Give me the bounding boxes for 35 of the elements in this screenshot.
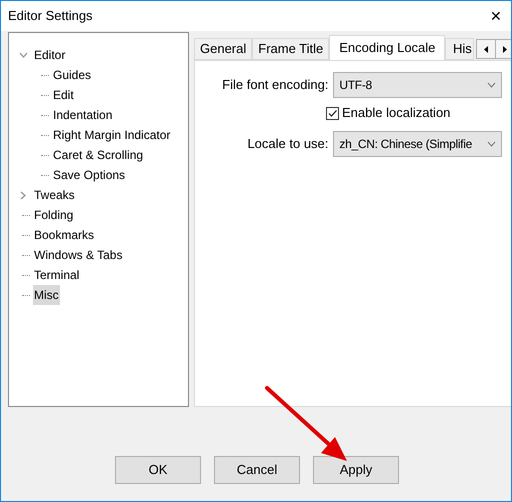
checkbox-label: Enable localization — [342, 104, 450, 122]
tree-item[interactable]: Save Options — [52, 165, 126, 185]
close-button[interactable]: ✕ — [481, 1, 511, 31]
tree-item[interactable]: Bookmarks — [33, 225, 96, 245]
tree-item[interactable]: Folding — [33, 205, 74, 225]
expand-chevron-icon[interactable] — [20, 190, 26, 200]
right-arrow-icon[interactable] — [502, 46, 507, 52]
field-label: File font encoding: — [222, 76, 328, 94]
tree-item[interactable]: Guides — [52, 65, 92, 85]
dialog-button[interactable]: Apply — [313, 456, 399, 484]
field-label: Locale to use: — [247, 135, 328, 154]
tree-item[interactable]: Tweaks — [33, 185, 76, 205]
left-arrow-icon[interactable] — [484, 46, 488, 52]
tab[interactable]: General — [194, 38, 252, 60]
tree-item[interactable]: Right Margin Indicator — [52, 125, 172, 145]
chevron-down-icon — [487, 141, 496, 147]
dialog-button[interactable]: OK — [115, 456, 201, 484]
tree-item[interactable]: Indentation — [52, 105, 114, 125]
tree-item[interactable]: Edit — [52, 85, 75, 105]
dropdown[interactable]: UTF-8 — [333, 72, 502, 98]
tab-scroll-buttons[interactable] — [476, 39, 511, 59]
dialog-button[interactable]: Cancel — [214, 456, 300, 484]
tree-item[interactable]: Windows & Tabs — [33, 245, 124, 265]
tree-item[interactable]: Terminal — [33, 265, 80, 285]
dropdown[interactable]: zh_CN: Chinese (Simplifie — [333, 131, 502, 157]
checkbox[interactable] — [326, 106, 339, 120]
tab[interactable]: His — [445, 38, 474, 60]
tree-item[interactable]: Caret & Scrolling — [52, 145, 144, 165]
tree-item[interactable]: Misc — [33, 285, 60, 305]
tab[interactable]: Encoding Locale — [329, 35, 446, 60]
collapse-chevron-icon[interactable] — [18, 52, 28, 58]
tab[interactable]: Frame Title — [252, 38, 330, 60]
chevron-down-icon — [487, 82, 496, 88]
window-title: Editor Settings — [8, 7, 93, 26]
tree-item[interactable]: Editor — [33, 45, 66, 65]
